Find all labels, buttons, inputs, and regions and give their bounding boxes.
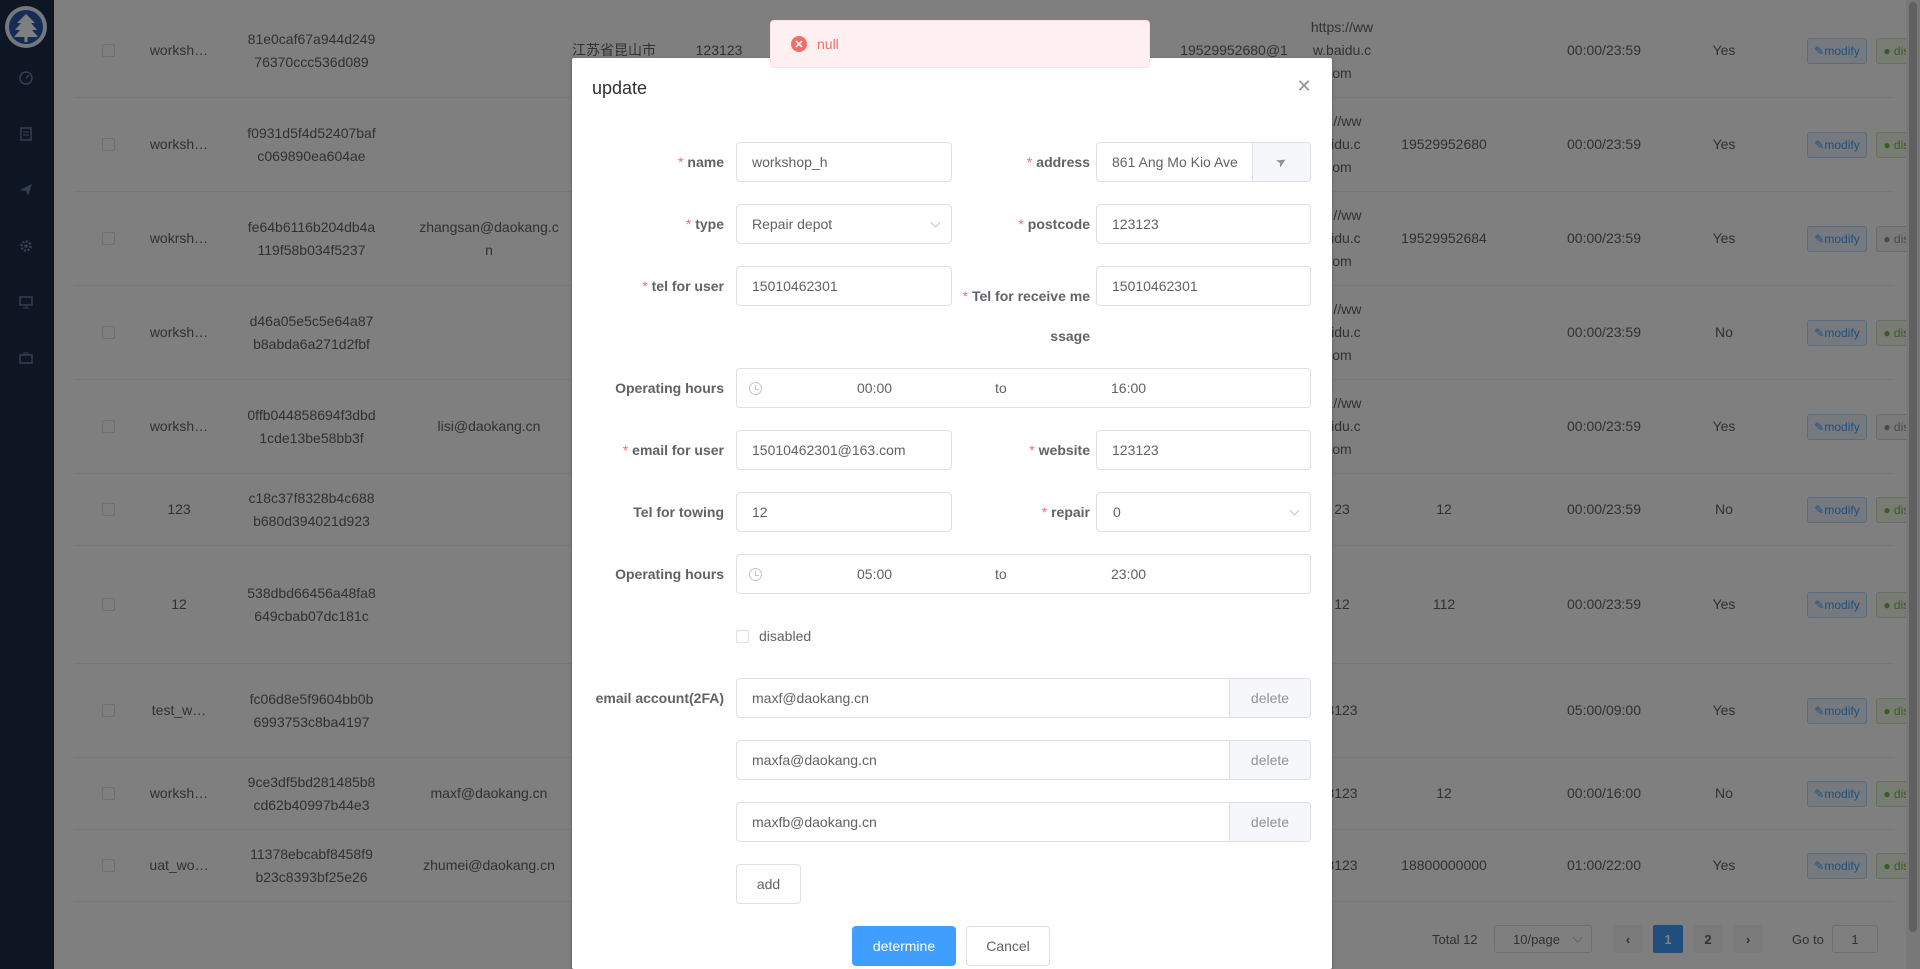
close-icon[interactable]: ✕: [1296, 77, 1312, 95]
checkbox-box[interactable]: [736, 629, 749, 643]
cancel-button[interactable]: Cancel: [966, 926, 1050, 966]
clock-icon: [749, 568, 762, 581]
chevron-down-icon: [930, 217, 941, 228]
postcode-label: * postcode: [1018, 216, 1090, 232]
operating-hours-label-2: Operating hours: [615, 566, 724, 582]
operating-hours-range-2[interactable]: 05:00 to 23:00: [736, 554, 1311, 594]
hours-start[interactable]: 00:00: [857, 380, 892, 396]
repair-select[interactable]: 0: [1096, 492, 1311, 532]
disabled-label: disabled: [759, 628, 812, 644]
add-account-button[interactable]: add: [736, 864, 801, 904]
delete-account-button-2[interactable]: delete: [1230, 740, 1311, 780]
repair-value: 0: [1113, 504, 1121, 520]
determine-button[interactable]: determine: [852, 926, 956, 966]
hours2-separator: to: [995, 566, 1007, 582]
tel-user-input[interactable]: 15010462301: [736, 266, 952, 306]
error-message-text: null: [817, 36, 839, 52]
hours2-start[interactable]: 05:00: [857, 566, 892, 582]
type-value: Repair depot: [752, 216, 833, 232]
tel-receive-input[interactable]: 15010462301: [1096, 266, 1311, 306]
email-account-input-2[interactable]: maxfa@daokang.cn: [736, 740, 1230, 780]
email-user-label: * email for user: [622, 442, 724, 458]
name-input[interactable]: workshop_h: [736, 142, 952, 182]
postcode-input[interactable]: 123123: [1096, 204, 1311, 244]
disabled-checkbox[interactable]: disabled: [736, 628, 811, 644]
location-arrow-icon: ➤: [1272, 152, 1290, 171]
error-icon: ✕: [791, 36, 807, 52]
type-select[interactable]: Repair depot: [736, 204, 952, 244]
delete-account-button-1[interactable]: delete: [1230, 678, 1311, 718]
hours2-end[interactable]: 23:00: [1111, 566, 1146, 582]
tel-receive-label: * Tel for receive me ssage: [962, 288, 1090, 344]
type-label: * type: [685, 216, 724, 232]
operating-hours-label: Operating hours: [615, 380, 724, 396]
chevron-down-icon: [1289, 505, 1300, 516]
email-account-input-1[interactable]: maxf@daokang.cn: [736, 678, 1230, 718]
tel-towing-input[interactable]: 12: [736, 492, 952, 532]
error-message: ✕ null: [770, 20, 1150, 68]
email-user-input[interactable]: 15010462301@163.com: [736, 430, 952, 470]
operating-hours-range[interactable]: 00:00 to 16:00: [736, 368, 1311, 408]
repair-label: * repair: [1041, 504, 1090, 520]
clock-icon: [749, 382, 762, 395]
address-input[interactable]: 861 Ang Mo Kio Ave: [1096, 142, 1253, 182]
dialog-title: update: [592, 78, 648, 98]
email-account-input-3[interactable]: maxfb@daokang.cn: [736, 802, 1230, 842]
website-label: * website: [1029, 442, 1090, 458]
locate-button[interactable]: ➤: [1253, 142, 1311, 182]
hours-separator: to: [995, 380, 1007, 396]
address-label: * address: [1026, 154, 1090, 170]
website-input[interactable]: 123123: [1096, 430, 1311, 470]
update-dialog: update ✕ * name workshop_h * address 861 A…: [572, 58, 1332, 969]
email-account-label: email account(2FA): [595, 690, 724, 706]
name-label: * name: [677, 154, 724, 170]
delete-account-button-3[interactable]: delete: [1230, 802, 1311, 842]
tel-towing-label: Tel for towing: [633, 504, 724, 520]
tel-user-label: * tel for user: [642, 278, 724, 294]
hours-end[interactable]: 16:00: [1111, 380, 1146, 396]
